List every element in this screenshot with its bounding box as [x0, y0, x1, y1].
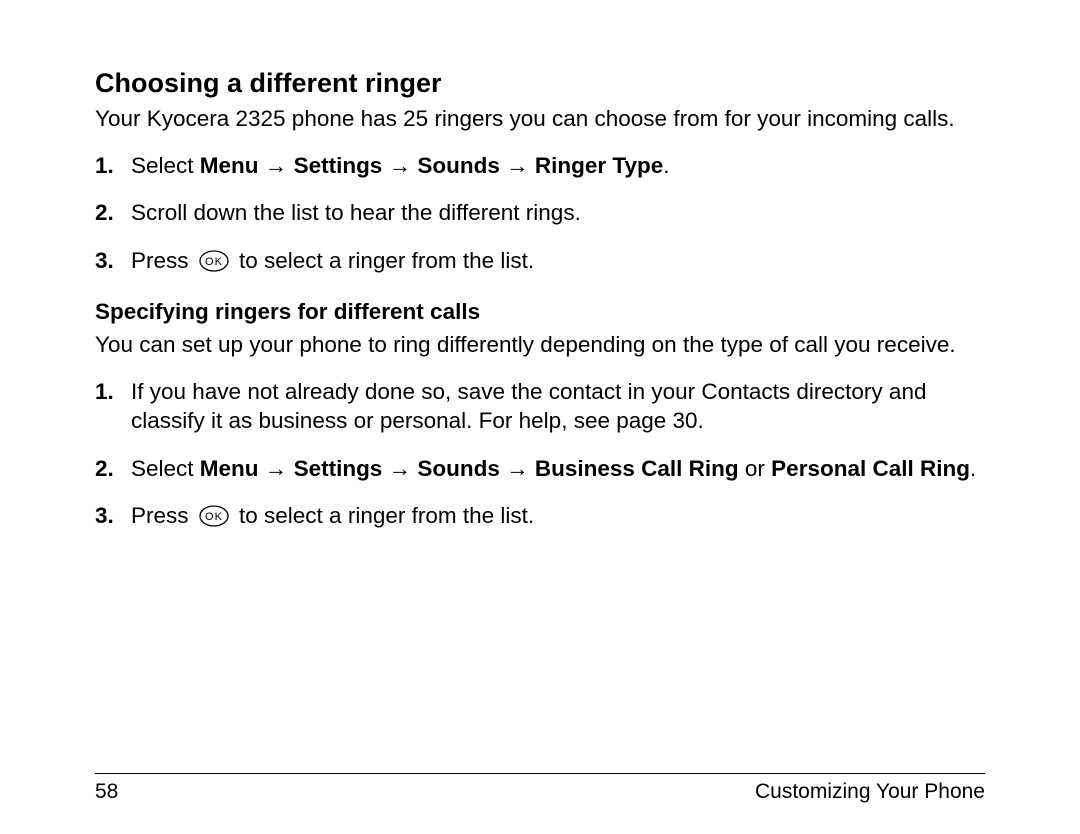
step-number: 1. — [95, 377, 114, 406]
step-number: 2. — [95, 454, 114, 483]
step-text: Select Menu → Settings → Sounds → Busine… — [131, 456, 976, 481]
section-heading: Choosing a different ringer — [95, 68, 985, 99]
page-content: Choosing a different ringer Your Kyocera… — [95, 68, 985, 773]
manual-page: Choosing a different ringer Your Kyocera… — [0, 0, 1080, 834]
step-text: Scroll down the list to hear the differe… — [131, 200, 581, 225]
step-1: 1. If you have not already done so, save… — [95, 377, 985, 436]
ok-button-icon: OK — [199, 250, 229, 272]
svg-text:OK: OK — [205, 511, 223, 523]
footer-section-label: Customizing Your Phone — [755, 780, 985, 804]
intro-paragraph-2: You can set up your phone to ring differ… — [95, 331, 985, 359]
step-3: 3. Press OK to select a ringer from the … — [95, 501, 985, 530]
step-number: 2. — [95, 198, 114, 227]
step-text: If you have not already done so, save th… — [131, 379, 926, 433]
step-number: 1. — [95, 151, 114, 180]
step-1: 1. Select Menu → Settings → Sounds → Rin… — [95, 151, 985, 180]
step-number: 3. — [95, 501, 114, 530]
svg-text:OK: OK — [205, 256, 223, 268]
subheading: Specifying ringers for different calls — [95, 299, 985, 325]
step-text: Press OK to select a ringer from the lis… — [131, 248, 534, 273]
intro-paragraph: Your Kyocera 2325 phone has 25 ringers y… — [95, 105, 985, 133]
step-text: Press OK to select a ringer from the lis… — [131, 503, 534, 528]
step-2: 2. Select Menu → Settings → Sounds → Bus… — [95, 454, 985, 483]
step-number: 3. — [95, 246, 114, 275]
steps-list-1: 1. Select Menu → Settings → Sounds → Rin… — [95, 151, 985, 275]
page-number: 58 — [95, 780, 118, 804]
steps-list-2: 1. If you have not already done so, save… — [95, 377, 985, 530]
page-footer: 58 Customizing Your Phone — [95, 773, 985, 804]
step-3: 3. Press OK to select a ringer from the … — [95, 246, 985, 275]
step-2: 2. Scroll down the list to hear the diff… — [95, 198, 985, 227]
step-text: Select Menu → Settings → Sounds → Ringer… — [131, 153, 669, 178]
ok-button-icon: OK — [199, 505, 229, 527]
